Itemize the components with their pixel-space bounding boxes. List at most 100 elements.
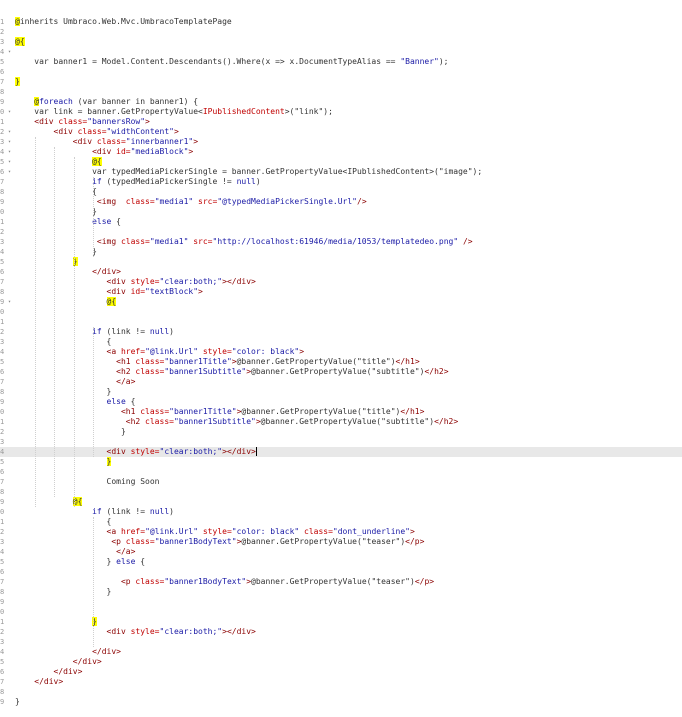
code-line[interactable]: 7 </a> xyxy=(0,377,682,387)
code-line[interactable]: 8 xyxy=(0,687,682,697)
code-line[interactable]: 2 ▾ <div class="widthContent"> xyxy=(0,127,682,137)
code-line[interactable]: 6 <h2 class="banner1Subtitle">@banner.Ge… xyxy=(0,367,682,377)
code-line[interactable]: 4 </div> xyxy=(0,647,682,657)
code-line[interactable]: 3 xyxy=(0,437,682,447)
code-token: "@link.Url" xyxy=(145,347,199,356)
code-line[interactable]: 0 xyxy=(0,307,682,317)
code-token: "http://localhost:61946/media/1053/templ… xyxy=(212,237,459,246)
code-line[interactable]: 0 if (link != null) xyxy=(0,507,682,517)
code-line[interactable]: 9 @{ xyxy=(0,497,682,507)
code-line[interactable]: 4 <div style="clear:both;"></div> xyxy=(0,447,682,457)
code-token: @{ xyxy=(106,297,117,306)
code-line[interactable]: 1 @inherits Umbraco.Web.Mvc.UmbracoTempla… xyxy=(0,17,682,27)
code-line[interactable]: 7 </div> xyxy=(0,677,682,687)
code-line[interactable]: 5 } else { xyxy=(0,557,682,567)
code-line[interactable]: 0 xyxy=(0,607,682,617)
code-text: <div class="bannersRow"> xyxy=(15,117,150,127)
code-token: "media1" xyxy=(154,197,194,206)
code-line[interactable]: 2 xyxy=(0,27,682,37)
fold-toggle-icon[interactable]: ▾ xyxy=(8,47,11,57)
code-line[interactable]: 9 <img class="media1" src="@typedMediaPi… xyxy=(0,197,682,207)
code-line[interactable]: 8 <div id="textBlock"> xyxy=(0,287,682,297)
code-line[interactable]: 6 </div> xyxy=(0,267,682,277)
code-line[interactable]: 0 ▾ var link = banner.GetPropertyValue<IP… xyxy=(0,107,682,117)
code-line[interactable]: 4 } xyxy=(0,247,682,257)
code-line[interactable]: 3 { xyxy=(0,337,682,347)
code-line[interactable]: 6 ▾ var typedMediaPickerSingle = banner.G… xyxy=(0,167,682,177)
code-text: @{ xyxy=(15,37,25,47)
code-line[interactable]: 5 ▾ @{ xyxy=(0,157,682,167)
code-line[interactable]: 8 { xyxy=(0,187,682,197)
code-token: <p xyxy=(111,537,121,546)
fold-toggle-icon[interactable]: ▾ xyxy=(8,167,11,177)
code-token: href= xyxy=(116,347,146,356)
code-line[interactable]: 7 <p class="banner1BodyText">@banner.Get… xyxy=(0,577,682,587)
code-line[interactable]: 3 @{ xyxy=(0,37,682,47)
code-line[interactable]: 0 <h1 class="banner1Title">@banner.GetPr… xyxy=(0,407,682,417)
code-token: >("link"); xyxy=(284,107,333,116)
code-line[interactable]: 9} xyxy=(0,697,682,707)
code-line[interactable]: 2 <a href="@link.Url" style="color: blac… xyxy=(0,527,682,537)
code-editor[interactable]: 1 @inherits Umbraco.Web.Mvc.UmbracoTempla… xyxy=(0,17,682,717)
code-line[interactable]: 8 xyxy=(0,487,682,497)
code-line[interactable]: 0 } xyxy=(0,207,682,217)
code-line[interactable]: 2 <div style="clear:both;"></div> xyxy=(0,627,682,637)
code-line[interactable]: 4 ▾ <div id="mediaBlock"> xyxy=(0,147,682,157)
code-line[interactable]: 9 else { xyxy=(0,397,682,407)
code-token: (link != xyxy=(101,327,150,336)
code-line[interactable]: 4 <a href="@link.Url" style="color: blac… xyxy=(0,347,682,357)
line-number: 0 xyxy=(0,208,5,216)
code-line[interactable]: 8 xyxy=(0,87,682,97)
fold-toggle-icon[interactable]: ▾ xyxy=(8,147,11,157)
code-line[interactable]: 3 <img class="media1" src="http://localh… xyxy=(0,237,682,247)
code-line[interactable]: 6 xyxy=(0,567,682,577)
code-line[interactable]: 9 @foreach (var banner in banner1) { xyxy=(0,97,682,107)
code-line[interactable]: 4 ▾ xyxy=(0,47,682,57)
indent-guide xyxy=(54,147,56,497)
code-token: src= xyxy=(188,237,213,246)
code-line[interactable]: 1 } xyxy=(0,617,682,627)
code-line[interactable]: 5 var banner1 = Model.Content.Descendant… xyxy=(0,57,682,67)
code-line[interactable]: 1 else { xyxy=(0,217,682,227)
code-token: "textBlock" xyxy=(145,287,199,296)
code-line[interactable]: 6 </div> xyxy=(0,667,682,677)
code-line[interactable]: 7 Coming Soon xyxy=(0,477,682,487)
code-line[interactable]: 5 <h1 class="banner1Title">@banner.GetPr… xyxy=(0,357,682,367)
code-line[interactable]: 7} xyxy=(0,77,682,87)
code-line[interactable]: 6 xyxy=(0,467,682,477)
code-line[interactable]: 8 } xyxy=(0,587,682,597)
code-line[interactable]: 2 xyxy=(0,227,682,237)
code-line[interactable]: 4 </a> xyxy=(0,547,682,557)
code-line[interactable]: 3 ▾ <div class="innerbanner1"> xyxy=(0,137,682,147)
code-line[interactable]: 6 xyxy=(0,67,682,77)
code-line[interactable]: 1 { xyxy=(0,517,682,527)
code-line[interactable]: 7 <div style="clear:both;"></div> xyxy=(0,277,682,287)
code-text: </a> xyxy=(15,377,135,387)
code-line[interactable]: 5 </div> xyxy=(0,657,682,667)
code-line[interactable]: 3 xyxy=(0,637,682,647)
code-line[interactable]: 7 if (typedMediaPickerSingle != null) xyxy=(0,177,682,187)
code-line[interactable]: 1 xyxy=(0,317,682,327)
code-line[interactable]: 5 } xyxy=(0,257,682,267)
fold-toggle-icon[interactable]: ▾ xyxy=(8,157,11,167)
line-number: 7 xyxy=(0,178,5,186)
code-token: <div xyxy=(106,287,126,296)
code-line[interactable]: 2 } xyxy=(0,427,682,437)
code-line[interactable]: 2 if (link != null) xyxy=(0,327,682,337)
code-line[interactable]: 9 xyxy=(0,597,682,607)
code-line[interactable]: 9 ▾ @{ xyxy=(0,297,682,307)
fold-toggle-icon[interactable]: ▾ xyxy=(8,297,11,307)
code-line[interactable]: 1 <div class="bannersRow"> xyxy=(0,117,682,127)
code-line[interactable]: 3 <p class="banner1BodyText">@banner.Get… xyxy=(0,537,682,547)
line-number: 5 xyxy=(0,58,5,66)
line-number: 5 xyxy=(0,558,5,566)
code-line[interactable]: 8 } xyxy=(0,387,682,397)
fold-toggle-icon[interactable]: ▾ xyxy=(8,107,11,117)
fold-toggle-icon[interactable]: ▾ xyxy=(8,137,11,147)
code-line[interactable]: 5 } xyxy=(0,457,682,467)
fold-toggle-icon[interactable]: ▾ xyxy=(8,127,11,137)
code-line[interactable]: 1 <h2 class="banner1Subtitle">@banner.Ge… xyxy=(0,417,682,427)
